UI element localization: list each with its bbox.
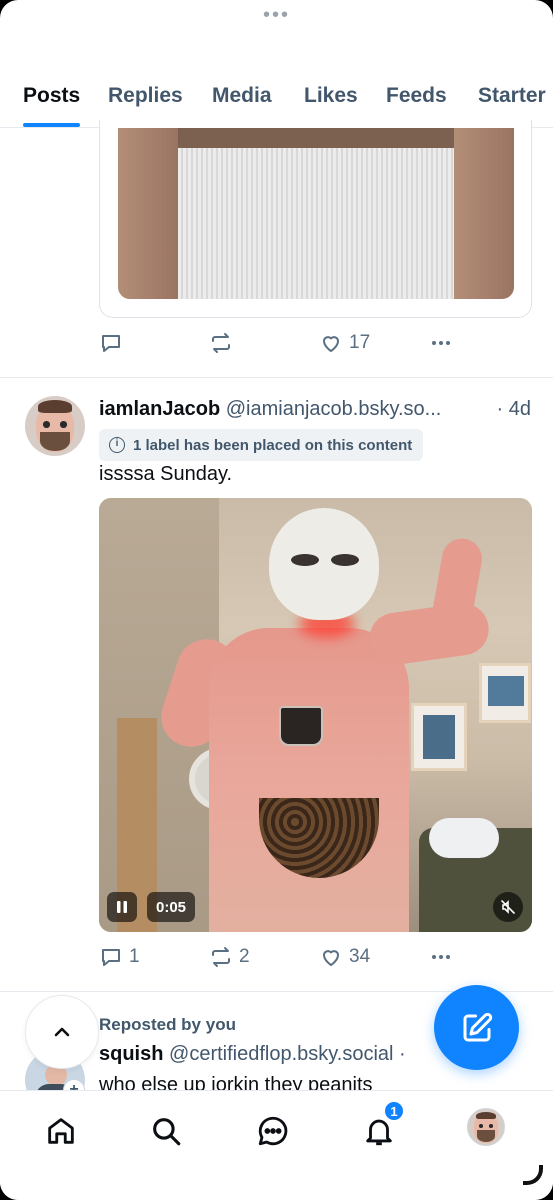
post-actions: 1 2 34 — [99, 945, 479, 975]
compose-post-button[interactable] — [434, 985, 519, 1070]
reply-count: 1 — [129, 946, 140, 967]
nav-home[interactable] — [41, 1111, 81, 1151]
like-count: 34 — [349, 946, 371, 967]
scroll-to-top-button[interactable] — [25, 995, 99, 1069]
like-button[interactable]: 34 — [319, 945, 370, 969]
handle-separator: · — [393, 1043, 406, 1065]
home-icon — [48, 1118, 74, 1144]
info-icon: i — [109, 437, 125, 453]
repost-button[interactable] — [209, 331, 239, 355]
mute-toggle-button[interactable] — [493, 892, 523, 922]
reply-button[interactable] — [99, 331, 129, 355]
pause-icon — [117, 901, 127, 913]
profile-screen: ••• Posts Replies Media Likes Feeds Star… — [0, 0, 553, 1200]
tab-feeds[interactable]: Feeds — [386, 84, 447, 108]
pause-button[interactable] — [107, 892, 137, 922]
like-button[interactable]: 17 — [319, 331, 370, 355]
content-label-text: 1 label has been placed on this content — [133, 436, 413, 454]
heart-icon — [323, 336, 339, 352]
notifications-badge: 1 — [384, 1101, 404, 1121]
chevron-up-icon — [54, 1027, 70, 1037]
repost-button[interactable]: 2 — [209, 945, 250, 969]
post-text: issssa Sunday. — [99, 463, 233, 485]
post-divider — [0, 377, 553, 378]
like-count: 17 — [349, 332, 371, 353]
author-display-name[interactable]: iamlanJacob — [99, 398, 220, 420]
bottom-navigation — [0, 1090, 553, 1200]
reply-icon — [102, 335, 120, 352]
author-handle[interactable]: @certifiedflop.bsky.social — [169, 1043, 393, 1065]
profile-avatar[interactable] — [467, 1108, 505, 1146]
drag-handle-dots[interactable]: ••• — [0, 5, 553, 25]
repost-context: Reposted by you — [99, 1015, 236, 1034]
more-icon — [432, 955, 450, 959]
tab-media[interactable]: Media — [212, 84, 272, 108]
post-actions: 17 — [99, 331, 479, 361]
video-player[interactable]: 0:05 — [99, 498, 532, 932]
compose-icon — [463, 1012, 492, 1041]
muted-speaker-icon — [501, 900, 515, 914]
active-tab-indicator — [23, 123, 80, 127]
heart-icon — [323, 950, 339, 966]
repost-icon — [212, 947, 230, 967]
nav-search[interactable] — [146, 1111, 186, 1151]
more-options-button[interactable] — [429, 331, 453, 355]
tab-starter[interactable]: Starter — [478, 84, 546, 108]
more-icon — [432, 341, 450, 345]
nav-chat[interactable] — [253, 1111, 293, 1151]
repost-icon — [212, 333, 230, 353]
post-author-line: squish @certifiedflop.bsky.social · — [99, 1043, 406, 1066]
search-icon — [153, 1118, 181, 1146]
content-label-notice[interactable]: i 1 label has been placed on this conten… — [99, 429, 424, 461]
post-image[interactable] — [118, 128, 514, 299]
author-display-name[interactable]: squish — [99, 1043, 163, 1065]
reply-button[interactable]: 1 — [99, 945, 140, 969]
author-avatar[interactable] — [25, 396, 85, 456]
post-timestamp[interactable]: · 4d — [490, 398, 531, 421]
post-author-line: iamlanJacob @iamianjacob.bsky.so... · 4d — [99, 398, 539, 421]
tab-posts[interactable]: Posts — [23, 84, 80, 108]
repost-count: 2 — [239, 946, 250, 967]
more-options-button[interactable] — [429, 945, 453, 969]
video-time: 0:05 — [147, 892, 196, 922]
reply-icon — [102, 949, 120, 966]
tab-replies[interactable]: Replies — [108, 84, 183, 108]
chat-icon — [258, 1116, 288, 1146]
author-handle[interactable]: @iamianjacob.bsky.so... — [226, 398, 442, 420]
tab-likes[interactable]: Likes — [304, 84, 358, 108]
